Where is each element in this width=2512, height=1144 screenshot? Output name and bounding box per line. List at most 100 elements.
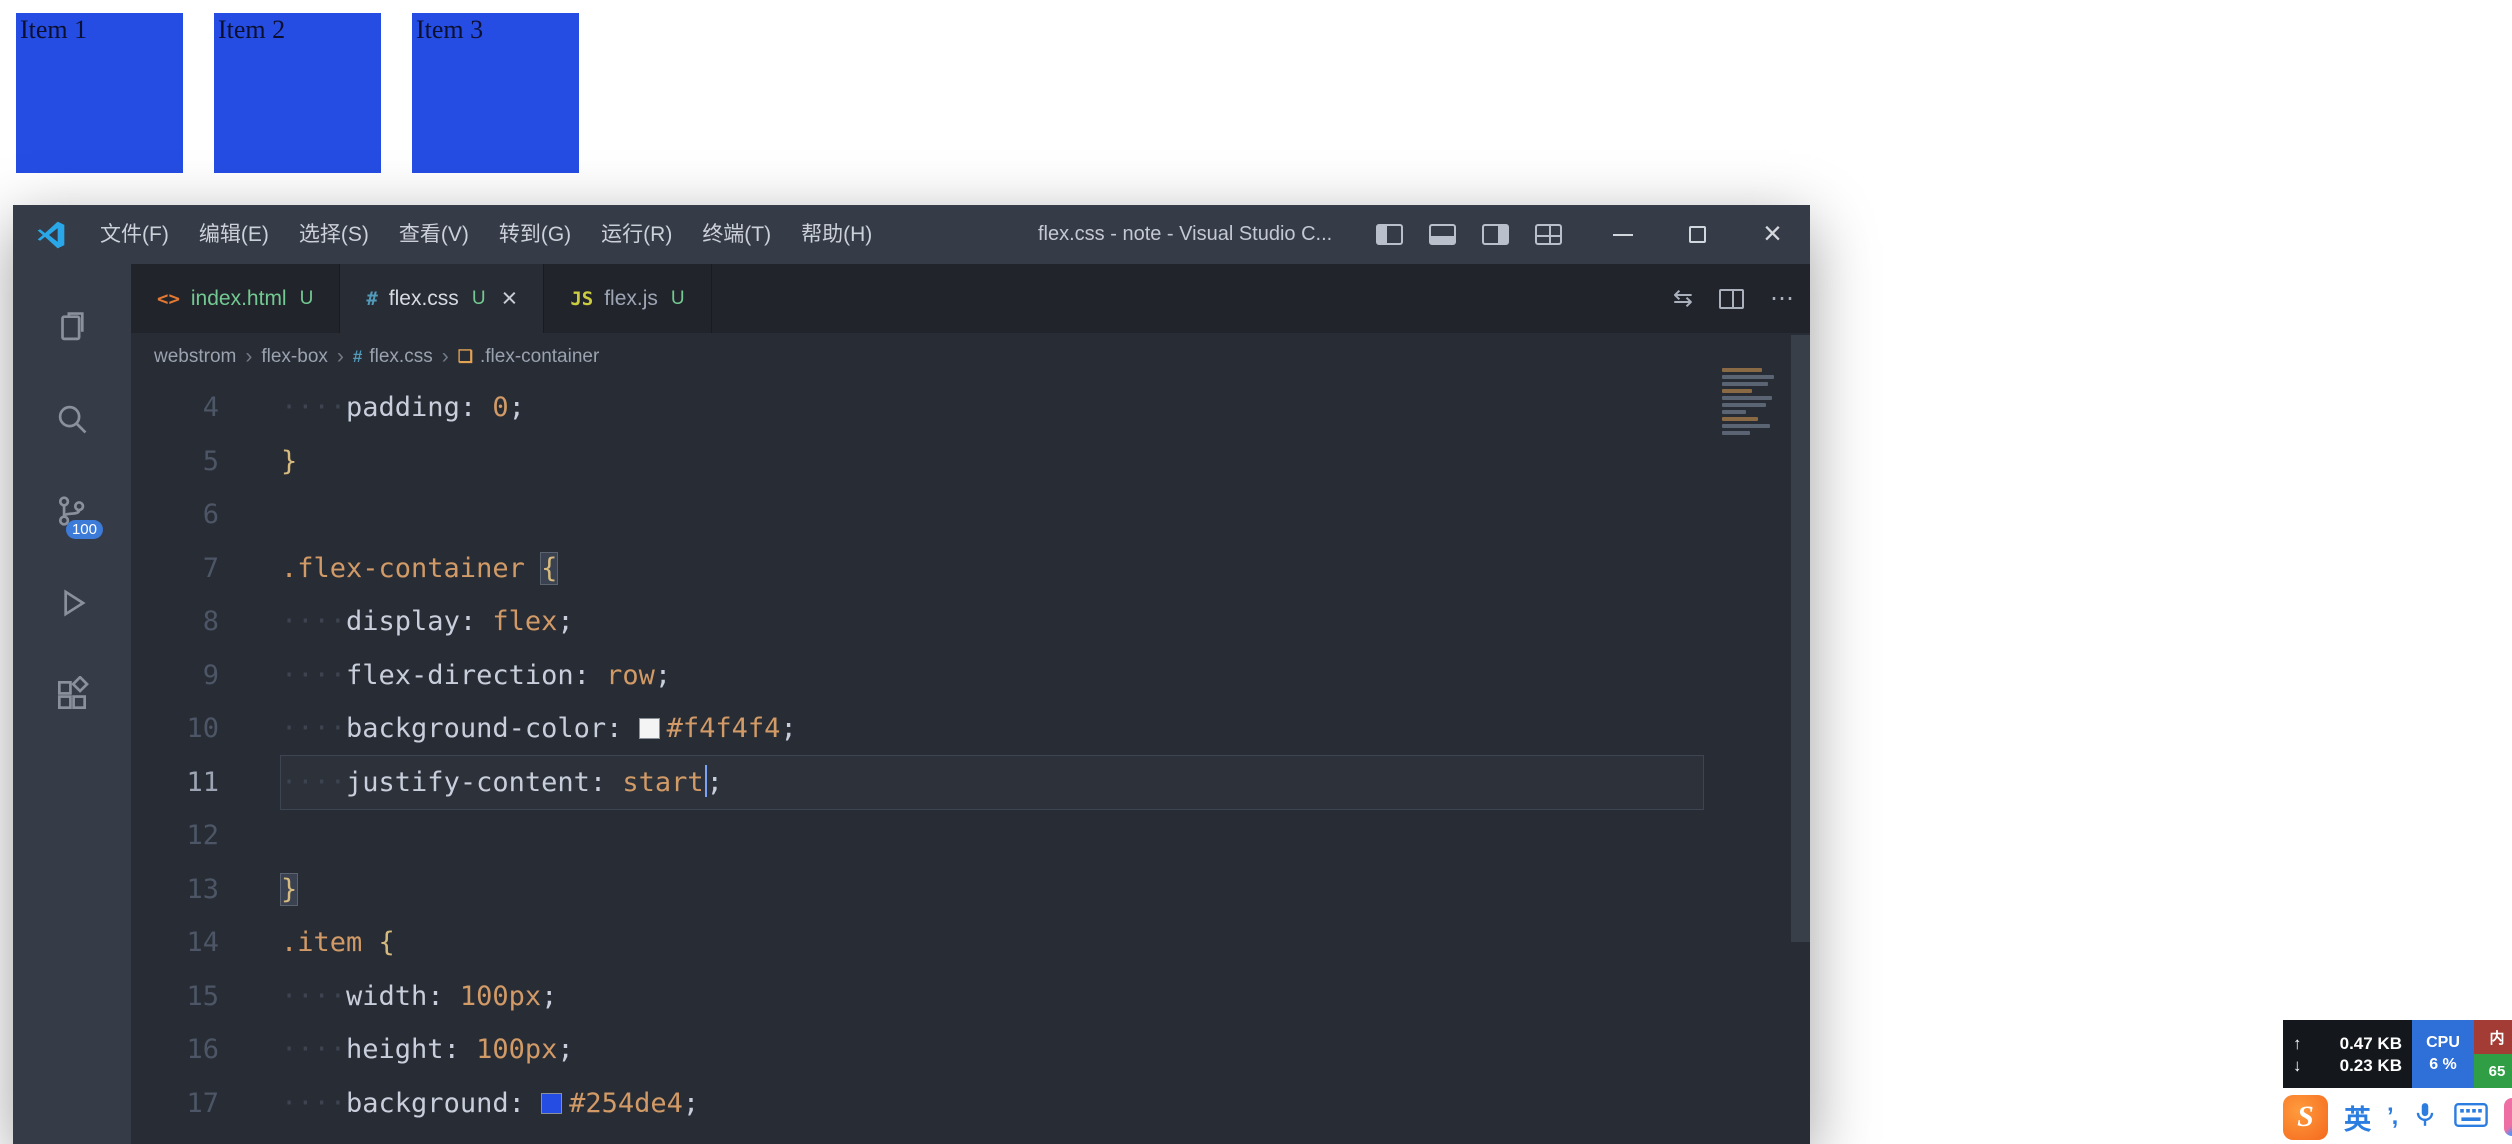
line-number: 18 — [131, 1130, 219, 1144]
menu-item-5[interactable]: 运行(R) — [586, 205, 687, 264]
file-type-icon: # — [366, 288, 377, 310]
flex-item-2: Item 2 — [214, 13, 381, 173]
tab-index.html[interactable]: <>index.htmlU — [131, 264, 340, 333]
text-cursor — [705, 765, 707, 797]
breadcrumb-item-webstrom[interactable]: webstrom — [154, 346, 236, 368]
file-type-icon: JS — [570, 288, 593, 310]
ime-keyboard-icon[interactable] — [2454, 1103, 2488, 1132]
code-line: 10····background-color: #f4f4f4; — [131, 702, 1810, 756]
flex-item-label: Item 1 — [20, 15, 87, 44]
line-number: 7 — [131, 542, 219, 596]
code-text[interactable] — [281, 488, 1703, 542]
traffic-monitor-widget[interactable]: ↑ 0.47 KB ↓ 0.23 KB CPU 6 % 内 65 — [2283, 1020, 2512, 1088]
code-text[interactable]: } — [281, 863, 1703, 917]
scrollbar[interactable] — [1791, 335, 1810, 942]
flex-item-3: Item 3 — [412, 13, 579, 173]
code-line: 16····height: 100px; — [131, 1023, 1810, 1077]
color-swatch[interactable] — [541, 1093, 562, 1114]
code-text[interactable]: ····padding: 0; — [281, 381, 1703, 435]
code-text[interactable]: ····width: 100px; — [281, 970, 1703, 1024]
menu-item-4[interactable]: 转到(G) — [484, 205, 586, 264]
untracked-badge: U — [671, 288, 685, 310]
code-text[interactable]: ····display: flex; — [281, 595, 1703, 649]
file-type-icon: <> — [157, 288, 180, 310]
code-line: 14 .item { — [131, 916, 1810, 970]
code-text[interactable]: .flex-container { — [281, 542, 1703, 596]
titlebar[interactable]: 文件(F)编辑(E)选择(S)查看(V)转到(G)运行(R)终端(T)帮助(H)… — [13, 205, 1810, 264]
split-editor-icon[interactable] — [1719, 289, 1744, 309]
menu-item-1[interactable]: 编辑(E) — [184, 205, 284, 264]
flex-item-label: Item 3 — [416, 15, 483, 44]
ime-punctuation-icon[interactable]: ’, — [2387, 1103, 2396, 1131]
code-text[interactable]: .item { — [281, 916, 1703, 970]
toggle-secondary-sidebar-icon[interactable] — [1482, 224, 1509, 245]
minimize-icon — [1613, 234, 1633, 236]
tab-flex.js[interactable]: JS flex.js U — [544, 264, 711, 333]
sogou-logo-icon[interactable]: S — [2283, 1095, 2328, 1140]
search-icon[interactable] — [53, 400, 91, 438]
vscode-window: 文件(F)编辑(E)选择(S)查看(V)转到(G)运行(R)终端(T)帮助(H)… — [13, 205, 1810, 1144]
menu-item-0[interactable]: 文件(F) — [85, 205, 184, 264]
line-number: 9 — [131, 649, 219, 703]
code-text[interactable]: ····justify-content: start; — [281, 756, 1703, 810]
line-number: 5 — [131, 435, 219, 489]
open-changes-icon[interactable]: ⇆ — [1673, 284, 1693, 313]
code-line: 11····justify-content: start; — [131, 756, 1810, 810]
ime-language-indicator[interactable]: 英 — [2344, 1098, 2371, 1137]
line-number: 13 — [131, 863, 219, 917]
memory-usage: 内 65 — [2474, 1020, 2512, 1088]
activity-bar: 100 — [13, 264, 131, 1144]
maximize-icon — [1689, 226, 1706, 243]
breadcrumb-label: webstrom — [154, 346, 236, 368]
ime-skin-icon[interactable] — [2504, 1098, 2512, 1136]
minimize-button[interactable] — [1585, 205, 1660, 264]
code-text[interactable]: ····height: 100px; — [281, 1023, 1703, 1077]
toggle-sidebar-icon[interactable] — [1376, 224, 1403, 245]
symbol-icon: # — [353, 347, 362, 367]
run-debug-icon[interactable] — [53, 584, 91, 622]
customize-layout-icon[interactable] — [1535, 224, 1562, 245]
line-number: 14 — [131, 916, 219, 970]
breadcrumb-separator-icon: › — [337, 345, 344, 369]
breadcrumb-label: .flex-container — [480, 346, 599, 368]
breadcrumb-label: flex.css — [369, 346, 432, 368]
ime-toolbar[interactable]: S 英 ’, — [2283, 1093, 2512, 1141]
color-swatch[interactable] — [639, 718, 660, 739]
code-text[interactable] — [281, 809, 1703, 863]
breadcrumb-label: flex-box — [261, 346, 328, 368]
explorer-icon[interactable] — [53, 308, 91, 346]
menu-item-2[interactable]: 选择(S) — [284, 205, 384, 264]
code-text[interactable]: ····background: #254de4; — [281, 1077, 1703, 1131]
tabs: <>index.htmlU # flex.css U × JS flex.js U — [131, 264, 712, 333]
tab-label: flex.css — [389, 287, 459, 311]
line-number: 17 — [131, 1077, 219, 1131]
code-text[interactable]: ····background-color: #f4f4f4; — [281, 702, 1703, 756]
menu-item-7[interactable]: 帮助(H) — [786, 205, 887, 264]
vscode-logo-icon — [35, 219, 67, 251]
toggle-panel-icon[interactable] — [1429, 224, 1456, 245]
minimap[interactable] — [1722, 368, 1786, 438]
memory-value: 65 — [2474, 1054, 2512, 1088]
source-control-icon[interactable]: 100 — [53, 492, 91, 530]
line-number: 6 — [131, 488, 219, 542]
breadcrumb-item-.flex-container[interactable]: ❏.flex-container — [458, 346, 600, 368]
window-title: flex.css - note - Visual Studio C... — [1038, 205, 1332, 264]
close-button[interactable]: × — [1735, 205, 1810, 264]
menu-item-3[interactable]: 查看(V) — [384, 205, 484, 264]
extensions-icon[interactable] — [53, 676, 91, 714]
tab-close-icon[interactable]: × — [502, 285, 518, 312]
breadcrumb-item-flex.css[interactable]: # flex.css — [353, 346, 433, 368]
menu-item-6[interactable]: 终端(T) — [687, 205, 786, 264]
maximize-button[interactable] — [1660, 205, 1735, 264]
tab-flex.css[interactable]: #flex.cssU× — [340, 264, 544, 333]
scm-changes-badge: 100 — [66, 520, 103, 539]
layout-controls — [1376, 205, 1562, 264]
code-text[interactable]: } — [281, 435, 1703, 489]
ime-microphone-icon[interactable] — [2412, 1100, 2438, 1135]
tab-label: flex.js — [604, 287, 658, 311]
breadcrumb-item-flex-box[interactable]: flex-box — [261, 346, 328, 368]
code-text[interactable]: ····margin: 10px; — [281, 1130, 1703, 1144]
more-actions-icon[interactable]: ⋯ — [1770, 284, 1794, 313]
code-text[interactable]: ····flex-direction: row; — [281, 649, 1703, 703]
code-editor[interactable]: 4····padding: 0;5}67.flex-container {8··… — [131, 381, 1810, 1144]
